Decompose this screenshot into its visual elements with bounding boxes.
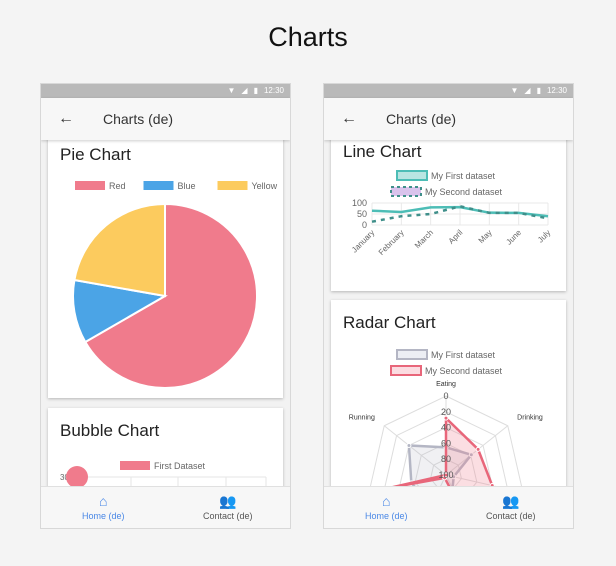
axis-label: Running — [349, 415, 375, 422]
contacts-icon: 👥 — [219, 493, 237, 509]
legend-swatch — [217, 181, 248, 190]
y-tick-label: 100 — [352, 198, 367, 208]
legend-label: Yellow — [252, 181, 278, 191]
battery-icon: ▮ — [536, 86, 541, 95]
radar-tick-label: 20 — [441, 407, 451, 417]
radar-point — [475, 446, 481, 452]
battery-icon: ▮ — [253, 86, 258, 95]
x-tick-label: July — [536, 228, 552, 244]
x-tick-label: February — [377, 228, 406, 257]
x-tick-label: May — [477, 228, 494, 245]
legend-swatch — [396, 170, 428, 181]
y-tick-label: 0 — [362, 220, 367, 230]
nav-label: Contact (de) — [202, 511, 253, 521]
nav-home[interactable]: ⌂ Home (de) — [41, 487, 166, 528]
axis-label: Drinking — [517, 415, 543, 422]
arrow-left-icon[interactable]: ← — [41, 110, 91, 128]
arrow-left-icon[interactable]: ← — [324, 110, 374, 128]
status-bar: ▼ ◢ ▮ 12:30 — [324, 84, 573, 98]
legend-swatch — [390, 365, 422, 376]
radar-tick-label: 100 — [438, 470, 453, 480]
signal-icon: ◢ — [524, 86, 531, 95]
x-tick-label: April — [447, 228, 465, 246]
status-time: 12:30 — [263, 86, 284, 95]
nav-label: Home (de) — [364, 511, 408, 521]
legend-swatch — [143, 181, 174, 190]
bubble-chart-card: Bubble Chart First Dataset 30 — [48, 408, 283, 486]
radar-tick-label: 40 — [441, 423, 451, 433]
legend-label: My Second dataset — [425, 366, 503, 376]
radar-tick-label: 60 — [441, 438, 451, 448]
wifi-icon: ▼ — [510, 86, 519, 95]
line-chart-card: Line Chart My First dataset My Second dat… — [331, 140, 566, 291]
app-bar: ← Charts (de) — [41, 98, 290, 140]
legend-label: My Second dataset — [425, 187, 503, 197]
legend-swatch — [75, 181, 105, 190]
legend-label: My First dataset — [431, 350, 496, 360]
line-chart: My First datasetMy Second dataset100500J… — [350, 170, 552, 257]
y-tick-label: 50 — [357, 209, 367, 219]
content-scroll[interactable]: Pie Chart Red Blue Yellow Bubble Chart Fir… — [41, 140, 290, 486]
bottom-nav: ⌂ Home (de) 👥 Contact (de) — [41, 486, 290, 528]
content-scroll[interactable]: Line Chart My First dataset My Second dat… — [324, 140, 573, 486]
x-tick-label: March — [413, 228, 435, 250]
legend-swatch — [390, 186, 422, 197]
app-title: Charts (de) — [386, 111, 457, 127]
legend-label: Red — [109, 181, 126, 191]
status-time: 12:30 — [546, 86, 567, 95]
wifi-icon: ▼ — [227, 86, 236, 95]
signal-icon: ◢ — [241, 86, 248, 95]
x-tick-label: January — [350, 228, 376, 254]
x-tick-label: June — [504, 228, 523, 247]
axis-label: Eating — [436, 381, 456, 388]
legend-swatch — [396, 349, 428, 360]
status-bar: ▼ ◢ ▮ 12:30 — [41, 84, 290, 98]
app-bar: ← Charts (de) — [324, 98, 573, 140]
bubble-chart: First Dataset30 — [60, 461, 267, 486]
bubble-point — [66, 466, 88, 486]
radar-point — [406, 442, 412, 448]
contacts-icon: 👥 — [502, 493, 520, 509]
nav-contact[interactable]: 👥 Contact (de) — [449, 487, 574, 528]
nav-label: Contact (de) — [485, 511, 536, 521]
pie-slice-yellow — [73, 202, 166, 298]
pie-chart-card: Pie Chart Red Blue Yellow — [48, 140, 283, 398]
home-icon: ⌂ — [382, 493, 391, 509]
phone-left: ▼ ◢ ▮ 12:30 ← Charts (de) Pie Chart Red Blue Y… — [40, 83, 291, 529]
pie-chart: Red Blue Yellow — [72, 181, 278, 389]
legend-label: My First dataset — [431, 171, 496, 181]
radar-tick-label: 0 — [443, 391, 448, 401]
app-title: Charts (de) — [103, 111, 174, 127]
nav-home[interactable]: ⌂ Home (de) — [324, 487, 449, 528]
radar-tick-label: 80 — [441, 454, 451, 464]
page-title: Charts — [268, 22, 348, 52]
radar-chart-card: Radar Chart My First dataset My Second da… — [331, 300, 566, 486]
legend-swatch — [120, 461, 150, 470]
nav-label: Home (de) — [81, 511, 125, 521]
bottom-nav: ⌂ Home (de) 👥 Contact (de) — [324, 486, 573, 528]
legend-label: First Dataset — [154, 461, 206, 471]
radar-chart: My First dataset My Second dataset Eating D… — [349, 349, 543, 486]
legend-label: Blue — [178, 181, 196, 191]
home-icon: ⌂ — [99, 493, 108, 509]
nav-contact[interactable]: 👥 Contact (de) — [166, 487, 291, 528]
phone-right: ▼ ◢ ▮ 12:30 ← Charts (de) Line Chart My Firs… — [323, 83, 574, 529]
